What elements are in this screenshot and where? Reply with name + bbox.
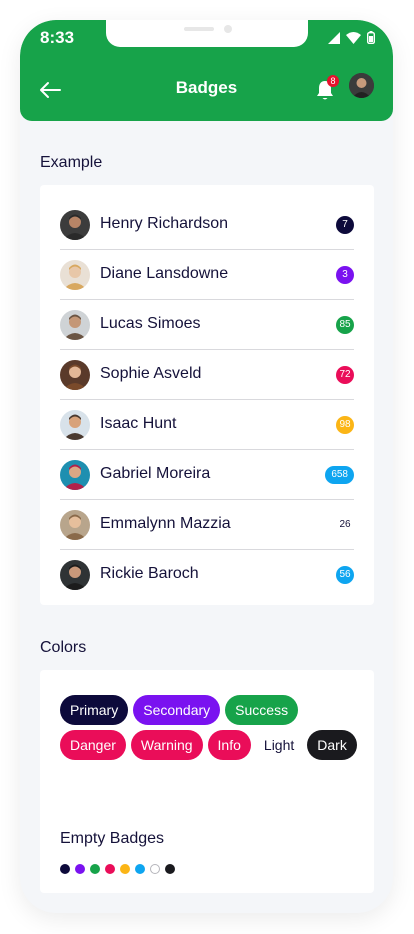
- avatar-portrait-icon: [60, 510, 90, 540]
- contact-name: Rickie Baroch: [100, 565, 199, 582]
- empty-badges: [60, 864, 175, 874]
- avatar-portrait-icon: [60, 560, 90, 590]
- count-badge: 98: [336, 416, 354, 434]
- empty-badge-dot: [150, 864, 160, 874]
- phone-frame: 8:33 Badges 8 Example Henry Richardson 7…: [20, 20, 393, 913]
- avatar: [60, 360, 90, 390]
- count-badge: 658: [325, 466, 354, 484]
- avatar-portrait-icon: [60, 460, 90, 490]
- avatar: [60, 260, 90, 290]
- list-item[interactable]: Isaac Hunt 98: [60, 400, 354, 450]
- contact-name: Sophie Asveld: [100, 365, 202, 382]
- contact-name: Lucas Simoes: [100, 315, 201, 332]
- colors-card: Primary Secondary Success Danger Warning Info…: [40, 670, 374, 893]
- empty-badge-dot: [90, 864, 100, 874]
- badge-danger: Danger: [60, 730, 126, 760]
- list-item[interactable]: Rickie Baroch 56: [60, 550, 354, 599]
- avatar: [60, 310, 90, 340]
- count-badge: 56: [336, 566, 354, 584]
- empty-badge-dot: [165, 864, 175, 874]
- wifi-icon: [346, 31, 361, 44]
- speaker-icon: [184, 27, 214, 31]
- camera-icon: [224, 25, 232, 33]
- device-notch: [106, 20, 308, 47]
- avatar: [60, 410, 90, 440]
- battery-icon: [367, 31, 375, 44]
- list-item[interactable]: Sophie Asveld 72: [60, 350, 354, 400]
- list-item[interactable]: Lucas Simoes 85: [60, 300, 354, 350]
- status-icons: [328, 31, 375, 44]
- badge-primary: Primary: [60, 695, 129, 725]
- badge-info: Info: [207, 730, 251, 760]
- empty-badge-dot: [120, 864, 130, 874]
- contact-name: Isaac Hunt: [100, 415, 177, 432]
- contact-name: Gabriel Moreira: [100, 465, 211, 482]
- count-badge: 3: [336, 266, 354, 284]
- notification-badge: 8: [327, 75, 339, 87]
- count-badge: 72: [336, 366, 354, 384]
- avatar-portrait-icon: [60, 410, 90, 440]
- avatar-portrait-icon: [60, 210, 90, 240]
- contact-list: Henry Richardson 7 Diane Lansdowne 3 Lucas S…: [60, 200, 354, 599]
- empty-badges-title: Empty Badges: [60, 830, 165, 847]
- color-badges: Primary Secondary Success Danger Warning Info…: [60, 695, 360, 760]
- avatar-portrait-icon: [60, 260, 90, 290]
- badge-success: Success: [225, 695, 299, 725]
- list-item[interactable]: Henry Richardson 7: [60, 200, 354, 250]
- contact-name: Diane Lansdowne: [100, 265, 229, 282]
- avatar-portrait-icon: [60, 360, 90, 390]
- user-avatar[interactable]: [349, 73, 374, 98]
- count-badge: 85: [336, 316, 354, 334]
- example-card: Henry Richardson 7 Diane Lansdowne 3 Lucas S…: [40, 185, 374, 605]
- contact-name: Henry Richardson: [100, 215, 229, 232]
- empty-badge-dot: [75, 864, 85, 874]
- badge-warning: Warning: [130, 730, 203, 760]
- badge-light: Light: [263, 737, 295, 753]
- list-item[interactable]: Gabriel Moreira 658: [60, 450, 354, 500]
- status-time: 8:33: [40, 28, 75, 47]
- badge-dark: Dark: [307, 730, 357, 760]
- avatar-portrait-icon: [349, 73, 374, 98]
- badge-secondary: Secondary: [133, 695, 221, 725]
- section-title-colors: Colors: [40, 639, 87, 656]
- signal-icon: [328, 31, 340, 44]
- contact-name: Emmalynn Mazzia: [100, 515, 231, 532]
- avatar: [60, 510, 90, 540]
- empty-badge-dot: [135, 864, 145, 874]
- count-badge: 26: [336, 516, 354, 534]
- avatar-portrait-icon: [60, 310, 90, 340]
- count-badge: 7: [336, 216, 354, 234]
- empty-badge-dot: [105, 864, 115, 874]
- empty-badge-dot: [60, 864, 70, 874]
- avatar: [60, 210, 90, 240]
- section-title-example: Example: [40, 154, 103, 171]
- list-item[interactable]: Emmalynn Mazzia 26: [60, 500, 354, 550]
- list-item[interactable]: Diane Lansdowne 3: [60, 250, 354, 300]
- app-header: 8:33 Badges 8: [20, 20, 393, 121]
- avatar: [60, 460, 90, 490]
- avatar: [60, 560, 90, 590]
